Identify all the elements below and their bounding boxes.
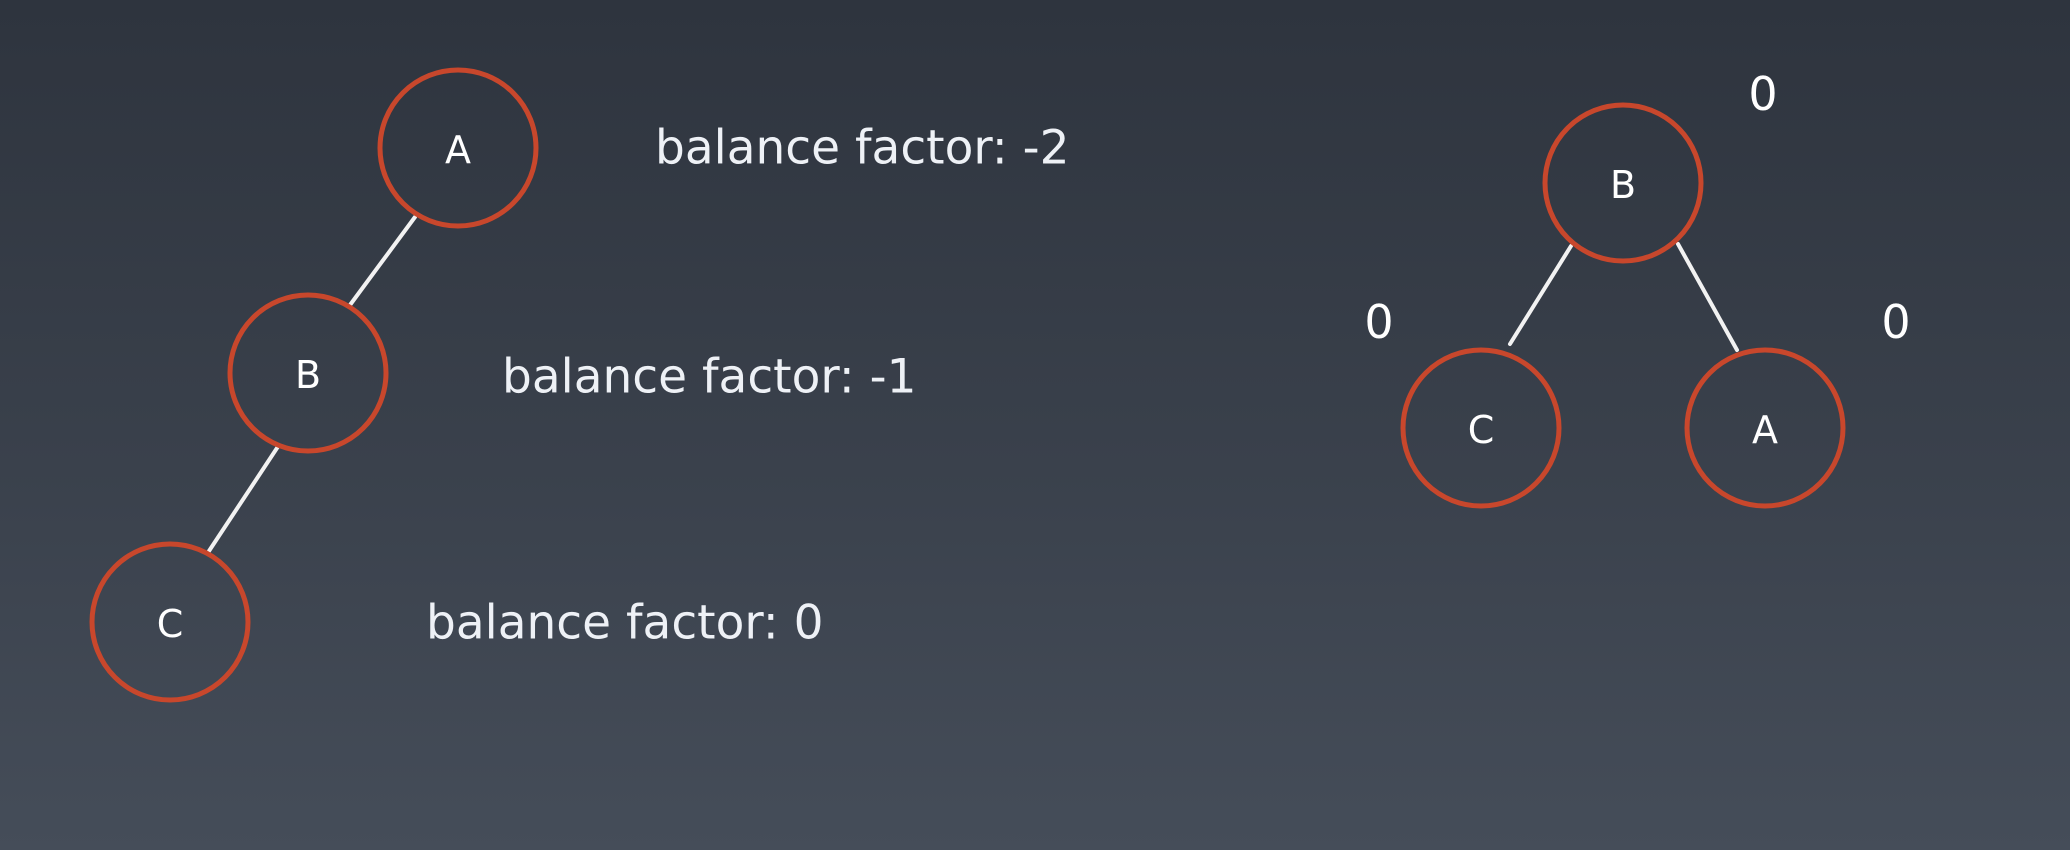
- tree-node-b: B: [1542, 102, 1704, 264]
- edge-b-c: [207, 443, 281, 553]
- tree-node-c: C: [89, 541, 251, 703]
- node-label: B: [1610, 163, 1636, 207]
- balance-factor-label-c: balance factor: 0: [426, 596, 824, 651]
- node-label: A: [445, 128, 471, 172]
- edge-b-a: [1676, 242, 1739, 352]
- node-label: C: [1468, 408, 1495, 452]
- balance-factor-label-a: balance factor: -2: [655, 121, 1070, 176]
- slide: A B C balance factor: -2 balance factor:…: [0, 0, 2070, 850]
- balance-factor-label-a: 0: [1881, 295, 1910, 349]
- node-label: C: [157, 602, 184, 646]
- avl-rotation-diagram: A B C balance factor: -2 balance factor:…: [89, 67, 1911, 703]
- right-tree: B C A 0 0 0: [1364, 67, 1911, 509]
- balance-factor-label-c: 0: [1364, 295, 1393, 349]
- balance-factor-label-b: balance factor: -1: [502, 350, 917, 405]
- left-tree: A B C balance factor: -2 balance factor:…: [89, 67, 1070, 703]
- tree-node-b: B: [227, 292, 389, 454]
- edge-b-c: [1508, 244, 1573, 346]
- balance-factor-label-b: 0: [1748, 67, 1777, 121]
- tree-node-c: C: [1400, 347, 1562, 509]
- edge-a-b: [348, 215, 417, 307]
- tree-node-a: A: [1684, 347, 1846, 509]
- tree-node-a: A: [377, 67, 539, 229]
- node-label: A: [1752, 408, 1778, 452]
- node-label: B: [295, 353, 321, 397]
